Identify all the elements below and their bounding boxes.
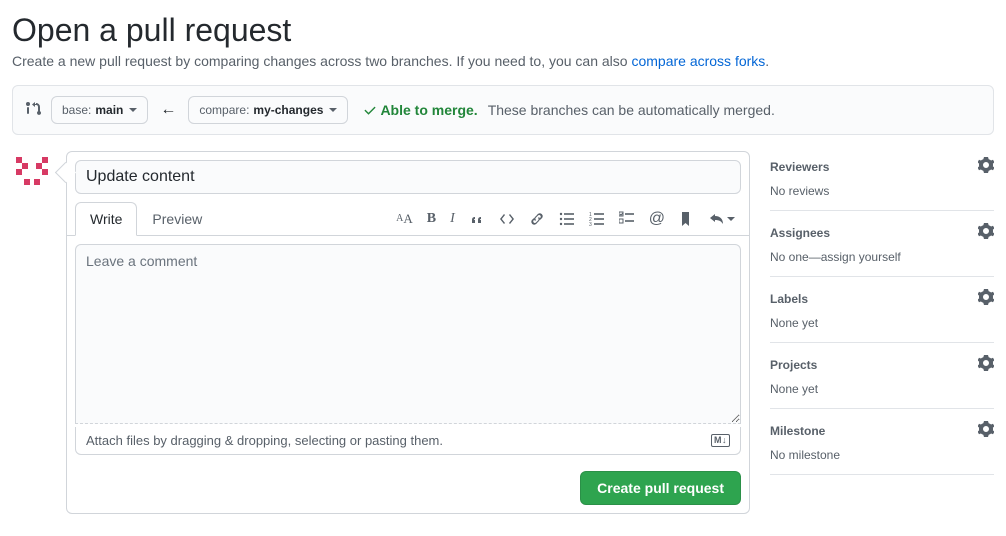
compare-branch-name: my-changes <box>253 100 323 120</box>
gear-icon[interactable] <box>978 421 994 440</box>
gear-icon[interactable] <box>978 157 994 176</box>
subhead-period: . <box>765 53 769 69</box>
page-title: Open a pull request <box>12 12 994 49</box>
bullet-list-icon[interactable] <box>559 211 575 227</box>
compare-forks-link[interactable]: compare across forks <box>631 53 765 69</box>
base-label: base: <box>62 100 91 120</box>
create-pr-button[interactable]: Create pull request <box>580 471 741 505</box>
assignees-prefix: No one— <box>770 250 821 264</box>
gear-icon[interactable] <box>978 355 994 374</box>
reply-icon[interactable] <box>709 210 735 228</box>
caret-down-icon <box>129 108 137 112</box>
compare-branch-button[interactable]: compare: my-changes <box>188 96 348 124</box>
arrow-left-icon: ← <box>158 101 178 119</box>
attach-hint[interactable]: Attach files by dragging & dropping, sel… <box>75 427 741 455</box>
compare-label: compare: <box>199 100 249 120</box>
sidebar-reviewers: Reviewers No reviews <box>770 151 994 211</box>
gear-icon[interactable] <box>978 289 994 308</box>
reviewers-body: No reviews <box>770 184 994 198</box>
comment-tabs: Write Preview <box>75 202 217 236</box>
milestone-title: Milestone <box>770 424 825 438</box>
quote-icon[interactable] <box>469 211 485 227</box>
sidebar-milestone: Milestone No milestone <box>770 409 994 475</box>
projects-body: None yet <box>770 382 994 396</box>
page-subhead: Create a new pull request by comparing c… <box>12 53 994 69</box>
git-compare-icon <box>25 101 41 120</box>
svg-text:3: 3 <box>589 222 592 227</box>
compare-range-bar: base: main ← compare: my-changes Able to… <box>12 85 994 135</box>
italic-icon[interactable]: I <box>450 211 455 227</box>
reviewers-title: Reviewers <box>770 160 829 174</box>
base-branch-button[interactable]: base: main <box>51 96 148 124</box>
projects-title: Projects <box>770 358 817 372</box>
bold-icon[interactable]: B <box>427 211 436 227</box>
labels-title: Labels <box>770 292 808 306</box>
base-branch-name: main <box>95 100 123 120</box>
user-avatar <box>12 151 52 191</box>
tab-preview[interactable]: Preview <box>137 202 217 236</box>
comment-box: Write Preview AA B I <box>66 151 750 514</box>
pr-body-textarea[interactable] <box>75 244 741 424</box>
assignees-body: No one—assign yourself <box>770 250 994 264</box>
caret-down-icon <box>329 108 337 112</box>
sidebar-labels: Labels None yet <box>770 277 994 343</box>
sidebar-projects: Projects None yet <box>770 343 994 409</box>
merge-sub-text: These branches can be automatically merg… <box>488 102 775 118</box>
assign-yourself-link[interactable]: assign yourself <box>821 250 901 264</box>
labels-body: None yet <box>770 316 994 330</box>
sidebar: Reviewers No reviews Assignees No one—as… <box>770 151 994 475</box>
number-list-icon[interactable]: 123 <box>589 211 605 227</box>
sidebar-assignees: Assignees No one—assign yourself <box>770 211 994 277</box>
tab-write[interactable]: Write <box>75 202 137 236</box>
link-icon[interactable] <box>529 211 545 227</box>
check-icon <box>364 104 376 116</box>
saved-reply-icon[interactable] <box>679 210 695 228</box>
code-icon[interactable] <box>499 211 515 227</box>
heading-icon[interactable]: AA <box>396 211 413 227</box>
markdown-badge-icon[interactable]: M↓ <box>711 434 730 447</box>
milestone-body: No milestone <box>770 448 994 462</box>
mention-icon[interactable]: @ <box>649 210 665 228</box>
assignees-title: Assignees <box>770 226 830 240</box>
gear-icon[interactable] <box>978 223 994 242</box>
markdown-toolbar: AA B I 123 <box>396 210 741 228</box>
task-list-icon[interactable] <box>619 211 635 227</box>
subhead-text: Create a new pull request by comparing c… <box>12 53 631 69</box>
merge-status-text: Able to merge. <box>380 102 477 118</box>
attach-hint-text: Attach files by dragging & dropping, sel… <box>86 433 443 448</box>
merge-status: Able to merge. <box>364 102 477 118</box>
pr-title-input[interactable] <box>75 160 741 194</box>
